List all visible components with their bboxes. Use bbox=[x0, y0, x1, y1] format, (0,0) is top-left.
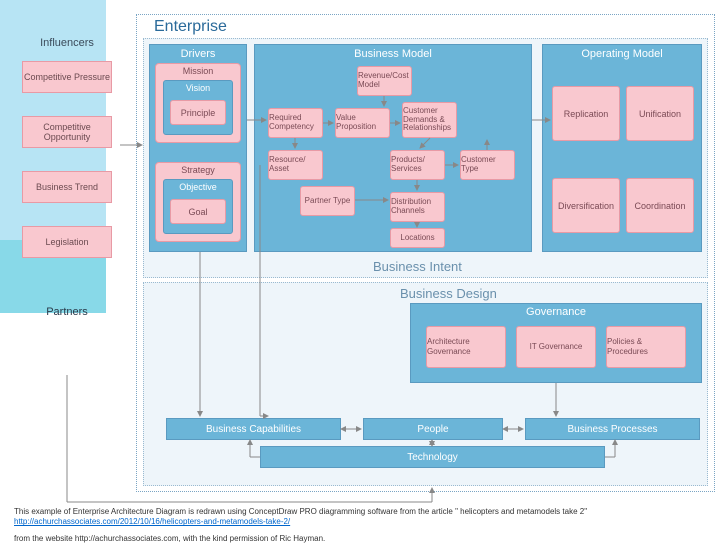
om-replication: Replication bbox=[552, 86, 620, 141]
vision-title: Vision bbox=[166, 83, 230, 93]
bm-locations: Locations bbox=[390, 228, 445, 248]
footer-link[interactable]: http://achurchassociates.com/2012/10/16/… bbox=[14, 517, 290, 526]
bm-value-proposition: Value Proposition bbox=[335, 108, 390, 138]
influencer-legislation: Legislation bbox=[22, 226, 112, 258]
influencers-title: Influencers bbox=[18, 37, 116, 49]
strategy-title: Strategy bbox=[158, 165, 238, 175]
mission-title: Mission bbox=[158, 66, 238, 76]
influencer-competitive-opportunity: Competitive Opportunity bbox=[22, 116, 112, 148]
bm-customer-demands: Customer Demands & Relationships bbox=[402, 102, 457, 138]
om-diversification: Diversification bbox=[552, 178, 620, 233]
bm-distribution-channels: Distribution Channels bbox=[390, 192, 445, 222]
bm-products-services: Products/ Services bbox=[390, 150, 445, 180]
governance-title: Governance bbox=[414, 306, 698, 318]
footer-text-1: This example of Enterprise Architecture … bbox=[14, 507, 587, 516]
bm-customer-type: Customer Type bbox=[460, 150, 515, 180]
influencer-competitive-pressure: Competitive Pressure bbox=[22, 61, 112, 93]
bar-people: People bbox=[363, 418, 503, 440]
gov-arch: Architecture Governance bbox=[426, 326, 506, 368]
business-intent-label: Business Intent bbox=[373, 259, 462, 274]
om-unification: Unification bbox=[626, 86, 694, 141]
om-coordination: Coordination bbox=[626, 178, 694, 233]
objective-title: Objective bbox=[166, 182, 230, 192]
drivers-title: Drivers bbox=[153, 48, 243, 60]
bm-partner-type: Partner Type bbox=[300, 186, 355, 216]
bm-required-competency: Required Competency bbox=[268, 108, 323, 138]
influencer-business-trend: Business Trend bbox=[22, 171, 112, 203]
bar-capabilities: Business Capabilities bbox=[166, 418, 341, 440]
bm-resource-asset: Resource/ Asset bbox=[268, 150, 323, 180]
partners-title: Partners bbox=[18, 306, 116, 318]
footer-line2: from the website http://achurchassociate… bbox=[14, 534, 714, 544]
enterprise-title: Enterprise bbox=[154, 18, 227, 36]
footer-line1: This example of Enterprise Architecture … bbox=[14, 507, 714, 528]
bar-processes: Business Processes bbox=[525, 418, 700, 440]
bar-technology: Technology bbox=[260, 446, 605, 468]
operating-model-title: Operating Model bbox=[546, 48, 698, 60]
principle-box: Principle bbox=[170, 100, 226, 125]
bm-revenue-cost: Revenue/Cost Model bbox=[357, 66, 412, 96]
goal-box: Goal bbox=[170, 199, 226, 224]
gov-it: IT Governance bbox=[516, 326, 596, 368]
business-model-title: Business Model bbox=[258, 48, 528, 60]
gov-policies: Policies & Procedures bbox=[606, 326, 686, 368]
business-design-label: Business Design bbox=[400, 286, 497, 301]
